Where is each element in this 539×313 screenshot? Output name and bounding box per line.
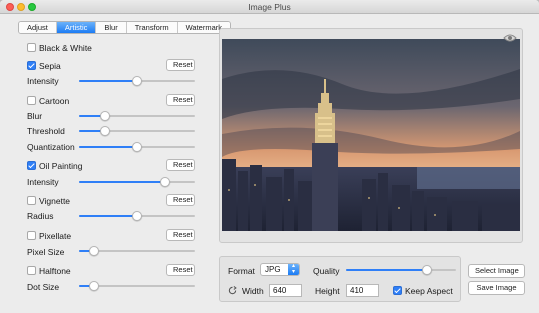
window-title: Image Plus xyxy=(248,2,291,12)
width-label: Width xyxy=(242,286,264,296)
format-label: Format xyxy=(228,266,255,276)
dot-size-label: Dot Size xyxy=(27,282,60,292)
dot-size-slider[interactable] xyxy=(79,281,195,291)
oil-painting-checkbox[interactable] xyxy=(27,161,36,170)
tab-bar: Adjust Artistic Blur Transform Watermark xyxy=(18,21,231,34)
cartoon-threshold-slider[interactable] xyxy=(79,126,195,136)
pixellate-checkbox[interactable] xyxy=(27,231,36,240)
vignette-label: Vignette xyxy=(39,196,71,206)
quality-slider[interactable] xyxy=(346,265,456,275)
pixellate-label: Pixellate xyxy=(39,231,72,241)
slider-knob[interactable] xyxy=(89,246,100,256)
black-white-label: Black & White xyxy=(39,43,92,53)
tab-blur[interactable]: Blur xyxy=(96,22,127,33)
vignette-checkbox[interactable] xyxy=(27,196,36,205)
cartoon-blur-slider[interactable] xyxy=(79,111,195,121)
width-field[interactable]: 640 xyxy=(269,284,302,297)
tab-artistic[interactable]: Artistic xyxy=(56,22,97,33)
slider-knob[interactable] xyxy=(132,142,142,152)
oil-painting-intensity-label: Intensity xyxy=(27,177,59,187)
sepia-label: Sepia xyxy=(39,61,61,71)
format-select[interactable]: JPG ▴ ▾ xyxy=(260,263,300,276)
tab-transform[interactable]: Transform xyxy=(126,22,178,33)
sepia-intensity-label: Intensity xyxy=(27,76,59,86)
cartoon-quantization-slider[interactable] xyxy=(79,142,195,152)
app-window: Image Plus Adjust Artistic Blur Transfor… xyxy=(0,0,539,313)
quality-label: Quality xyxy=(313,266,340,276)
slider-knob[interactable] xyxy=(99,111,110,121)
oil-painting-label: Oil Painting xyxy=(39,161,83,171)
height-field[interactable]: 410 xyxy=(346,284,379,297)
halftone-reset-button[interactable]: Reset xyxy=(166,264,195,276)
pixel-size-label: Pixel Size xyxy=(27,247,65,257)
link-icon[interactable] xyxy=(228,286,237,295)
keep-aspect-checkbox[interactable] xyxy=(393,286,402,295)
image-preview-panel xyxy=(219,28,523,243)
preview-image xyxy=(222,39,520,231)
halftone-checkbox[interactable] xyxy=(27,266,36,275)
format-value: JPG xyxy=(265,265,281,274)
chevron-updown-icon: ▴ ▾ xyxy=(288,263,299,275)
oil-painting-reset-button[interactable]: Reset xyxy=(166,159,195,171)
slider-knob[interactable] xyxy=(159,177,170,187)
vignette-radius-slider[interactable] xyxy=(79,211,195,221)
cartoon-threshold-label: Threshold xyxy=(27,126,65,136)
select-image-button[interactable]: Select Image xyxy=(468,264,525,278)
sepia-intensity-slider[interactable] xyxy=(79,76,195,86)
keep-aspect-label: Keep Aspect xyxy=(405,286,453,296)
pixel-size-slider[interactable] xyxy=(79,246,195,256)
sepia-checkbox[interactable] xyxy=(27,61,36,70)
oil-painting-intensity-slider[interactable] xyxy=(79,177,195,187)
black-white-checkbox[interactable] xyxy=(27,43,36,52)
cartoon-reset-button[interactable]: Reset xyxy=(166,94,195,106)
slider-knob[interactable] xyxy=(132,211,142,221)
export-options-panel: Format JPG ▴ ▾ Quality Width 640 Height 4… xyxy=(219,256,461,302)
title-bar: Image Plus xyxy=(0,0,539,14)
slider-knob[interactable] xyxy=(132,76,142,86)
halftone-label: Halftone xyxy=(39,266,71,276)
eye-icon[interactable] xyxy=(503,33,517,43)
vignette-radius-label: Radius xyxy=(27,211,54,221)
slider-knob[interactable] xyxy=(89,281,100,291)
cartoon-checkbox[interactable] xyxy=(27,96,36,105)
cartoon-quantization-label: Quantization xyxy=(27,142,75,152)
tab-adjust[interactable]: Adjust xyxy=(19,22,57,33)
pixellate-reset-button[interactable]: Reset xyxy=(166,229,195,241)
cartoon-blur-label: Blur xyxy=(27,111,43,121)
vignette-reset-button[interactable]: Reset xyxy=(166,194,195,206)
cartoon-label: Cartoon xyxy=(39,96,70,106)
slider-knob[interactable] xyxy=(422,265,433,275)
sepia-reset-button[interactable]: Reset xyxy=(166,59,195,71)
save-image-button[interactable]: Save Image xyxy=(468,281,525,295)
height-label: Height xyxy=(315,286,340,296)
slider-knob[interactable] xyxy=(99,126,110,136)
